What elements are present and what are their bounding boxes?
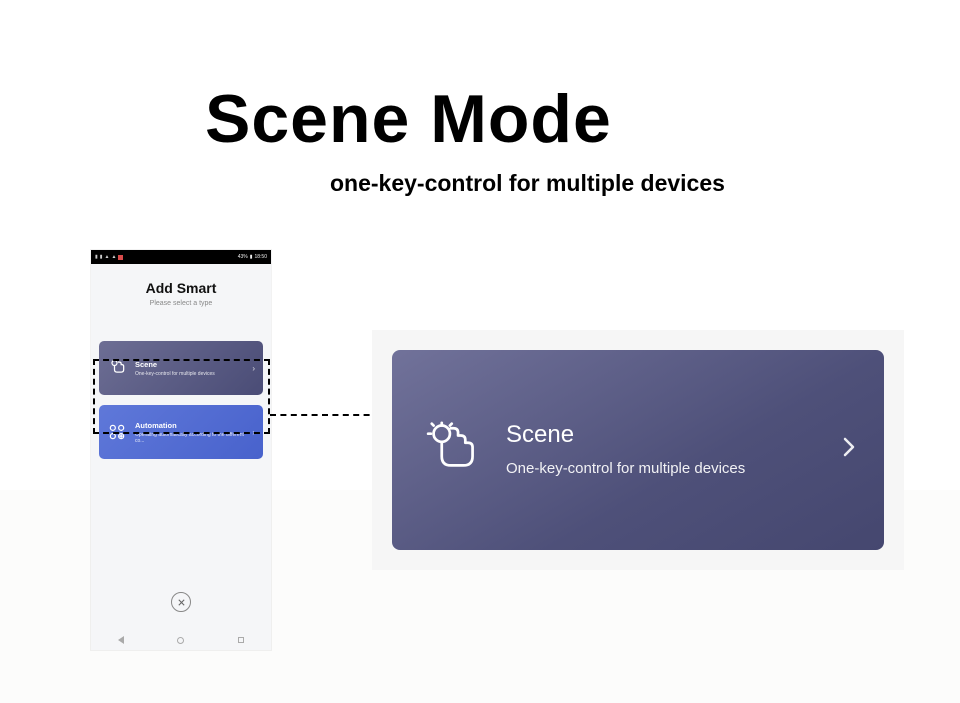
automation-card-title: Automation	[135, 421, 252, 430]
signal-icon: ▮	[100, 254, 103, 260]
clock-text: 18:50	[254, 254, 267, 260]
page-title: Scene Mode	[205, 80, 612, 158]
scene-card-title: Scene	[135, 360, 252, 369]
wifi-icon: ▲	[105, 254, 110, 260]
android-nav-bar	[91, 630, 271, 650]
connector-line	[270, 414, 380, 416]
notification-icon	[118, 255, 123, 260]
back-nav-icon[interactable]	[118, 636, 124, 644]
signal-icon: ▮	[95, 254, 98, 260]
detail-desc: One-key-control for multiple devices	[506, 459, 756, 479]
screen-subheading: Please select a type	[101, 300, 261, 307]
chevron-right-icon: ›	[252, 428, 255, 437]
status-bar: ▮ ▮ ▲ ▲ 43% ▮ 18:50	[91, 250, 271, 264]
phone-frame: ▮ ▮ ▲ ▲ 43% ▮ 18:50 Add Smart Please sel…	[91, 250, 271, 650]
scene-card-desc: One-key-control for multiple devices	[135, 371, 252, 377]
scene-detail-card[interactable]: Scene One-key-control for multiple devic…	[392, 350, 884, 550]
detail-panel: Scene One-key-control for multiple devic…	[372, 330, 904, 570]
tap-hand-icon	[420, 421, 478, 479]
automation-card-desc: Operating automatically according to the…	[135, 432, 252, 444]
home-nav-icon[interactable]	[177, 637, 184, 644]
battery-text: 43%	[238, 254, 248, 260]
page-subtitle: one-key-control for multiple devices	[330, 170, 725, 197]
close-button[interactable]	[171, 592, 191, 612]
screen-heading: Add Smart	[101, 280, 261, 296]
detail-title: Scene	[506, 421, 842, 449]
automation-icon	[107, 422, 127, 442]
chevron-right-icon: ›	[252, 364, 255, 373]
tap-hand-icon	[107, 358, 127, 378]
battery-icon: ▮	[250, 254, 253, 260]
chevron-right-icon	[842, 436, 856, 464]
recents-nav-icon[interactable]	[238, 637, 244, 643]
wifi-icon: ▲	[111, 254, 116, 260]
scene-card[interactable]: Scene One-key-control for multiple devic…	[99, 341, 263, 395]
automation-card[interactable]: Automation Operating automatically accor…	[99, 405, 263, 459]
